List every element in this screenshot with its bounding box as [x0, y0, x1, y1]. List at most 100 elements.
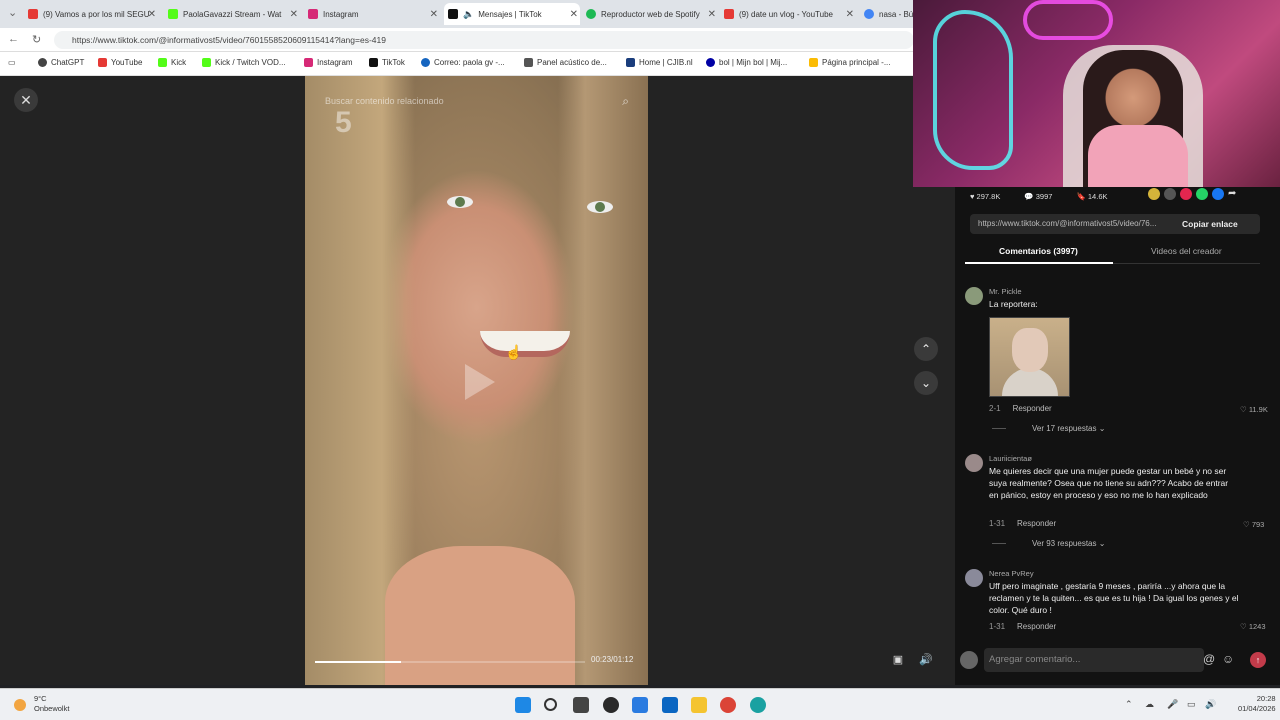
tab-label: (9) Vamos a por los mil SEGU — [43, 9, 150, 19]
related-search-input[interactable]: Buscar contenido relacionado ⌕ — [320, 90, 635, 112]
reply-button[interactable]: Responder — [1013, 404, 1052, 413]
tab-search[interactable]: nasa - Bús — [864, 3, 914, 25]
tab-youtube-1[interactable]: (9) Vamos a por los mil SEGU ✕ — [28, 3, 158, 25]
search-icon[interactable]: ⌕ — [622, 90, 629, 112]
task-view-icon[interactable] — [573, 697, 589, 713]
store-icon[interactable] — [662, 697, 678, 713]
send-icon[interactable]: ↑ — [1250, 652, 1266, 668]
comments-stat[interactable]: 💬 3997 — [1024, 192, 1064, 201]
cjib-icon — [626, 58, 635, 67]
url-field[interactable]: https://www.tiktok.com/@informativost5/v… — [54, 31, 914, 49]
search-icon[interactable] — [544, 698, 557, 711]
mention-icon[interactable]: @ — [1203, 652, 1215, 666]
bookmark-bol[interactable]: bol | Mijn bol | Mij... — [706, 58, 787, 67]
comment-username[interactable]: Lauriicientaø — [989, 454, 1032, 463]
video-progress-bar[interactable] — [315, 661, 585, 663]
bookmark-instagram[interactable]: Instagram — [304, 58, 353, 67]
bookmark-correo[interactable]: Correo: paola gv -... — [421, 58, 505, 67]
bookmark-drive[interactable]: Página principal -... — [809, 58, 890, 67]
bookmark-tiktok[interactable]: TikTok — [369, 58, 405, 67]
whatsapp-icon[interactable] — [1196, 188, 1208, 200]
close-tab-icon[interactable]: ✕ — [846, 9, 854, 20]
comment-likes[interactable]: ♡ 11.9K — [1240, 405, 1280, 414]
view-replies-button[interactable]: Ver 17 respuestas ⌄ — [1012, 424, 1105, 433]
back-icon[interactable]: ← — [8, 33, 19, 45]
video-smile — [480, 331, 570, 357]
bookmark-kick[interactable]: Kick — [158, 58, 186, 67]
avatar[interactable] — [965, 569, 983, 587]
file-explorer-icon[interactable] — [691, 697, 707, 713]
previous-video-chevron-up-icon[interactable]: ⌃ — [914, 337, 938, 361]
tab-spotify[interactable]: Reproductor web de Spotify ✕ — [586, 3, 718, 25]
share-coin-icon[interactable] — [1148, 188, 1160, 200]
tab-label: nasa - Bús — [879, 9, 914, 19]
comment-text: Uff pero imaginate , gestaría 9 meses , … — [989, 581, 1239, 615]
reload-icon[interactable]: ↻ — [32, 33, 41, 46]
video-frame[interactable]: 5 — [305, 76, 648, 685]
view-replies-button[interactable]: Ver 93 respuestas ⌄ — [1012, 539, 1105, 548]
facebook-icon[interactable] — [1212, 188, 1224, 200]
comment-likes-count: 1243 — [1248, 622, 1266, 631]
avatar[interactable] — [965, 454, 983, 472]
tab-kick[interactable]: PaolaGavazzi Stream - Wat ✕ — [168, 3, 300, 25]
tab-youtube-2[interactable]: (9) date un vlog - YouTube ✕ — [724, 3, 856, 25]
tray-app-icon[interactable]: ☁ — [1145, 699, 1154, 710]
embed-icon[interactable] — [1164, 188, 1176, 200]
saves-stat[interactable]: 🔖 14.6K — [1076, 192, 1119, 201]
chrome-icon[interactable] — [720, 697, 736, 713]
tab-comments[interactable]: Comentarios (3997) — [999, 243, 1078, 259]
app-icon[interactable] — [750, 697, 766, 713]
volume-icon[interactable]: 🔊 — [917, 651, 935, 669]
close-tab-icon[interactable]: ✕ — [148, 9, 156, 20]
emoji-icon[interactable]: ☺ — [1222, 652, 1234, 666]
tab-active-indicator — [965, 262, 1113, 264]
close-tab-icon[interactable]: ✕ — [570, 9, 578, 20]
network-icon[interactable]: ▭ — [1187, 699, 1196, 710]
tab-label: (9) date un vlog - YouTube — [739, 9, 833, 19]
spotify-favicon-icon — [586, 9, 596, 19]
likes-stat[interactable]: ♥ 297.8K — [970, 192, 1012, 201]
bookmark-kick-twitch[interactable]: Kick / Twitch VOD... — [202, 58, 286, 67]
avatar[interactable] — [965, 287, 983, 305]
close-icon[interactable]: ✕ — [14, 88, 38, 112]
bookmark-youtube[interactable]: YouTube — [98, 58, 142, 67]
tab-creator-videos[interactable]: Videos del creador — [1151, 243, 1222, 259]
bookmark-label: ChatGPT — [51, 58, 85, 67]
bookmark-cjib[interactable]: Home | CJIB.nl — [626, 58, 693, 67]
share-send-icon[interactable] — [1180, 188, 1192, 200]
tab-tiktok[interactable]: 🔈 Mensajes | TikTok ✕ — [444, 3, 580, 25]
tab-instagram[interactable]: Instagram ✕ — [308, 3, 440, 25]
bookmark-label: Home | CJIB.nl — [639, 58, 693, 67]
weather-widget[interactable]: 9°C Onbewolkt — [14, 694, 69, 714]
share-arrow-icon[interactable]: ➦ — [1228, 188, 1240, 200]
tray-chevron-up-icon[interactable]: ⌃ — [1125, 699, 1133, 710]
bookmarks-menu-icon[interactable]: ▭ — [8, 58, 16, 67]
close-tab-icon[interactable]: ✕ — [430, 9, 438, 20]
comment-input[interactable]: Agregar comentario... — [984, 648, 1204, 672]
mini-player-icon[interactable]: ▣ — [889, 651, 907, 669]
volume-icon[interactable]: 🔊 — [1205, 699, 1216, 710]
bookmark-panel[interactable]: Panel acústico de... — [524, 58, 607, 67]
microphone-icon[interactable]: 🎤 — [1167, 699, 1178, 710]
comment-likes[interactable]: ♡ 1243 — [1240, 622, 1280, 631]
close-tab-icon[interactable]: ✕ — [708, 9, 716, 20]
steam-icon[interactable] — [603, 697, 619, 713]
close-tab-icon[interactable]: ✕ — [290, 9, 298, 20]
reply-button[interactable]: Responder — [1017, 519, 1056, 528]
comment-gif-image[interactable] — [989, 317, 1070, 397]
comment-username[interactable]: Nerea PvRey — [989, 569, 1034, 578]
system-clock[interactable]: 20:28 01/04/2026 — [1238, 694, 1276, 714]
next-video-chevron-down-icon[interactable]: ⌄ — [914, 371, 938, 395]
edge-icon[interactable] — [632, 697, 648, 713]
copy-link-button[interactable]: Copiar enlace — [1182, 214, 1238, 234]
reply-button[interactable]: Responder — [1017, 622, 1056, 631]
tab-list-chevron-icon[interactable]: ⌄ — [8, 6, 17, 19]
comment-likes[interactable]: ♡ 793 — [1243, 520, 1280, 529]
comment-username[interactable]: Mr. Pickle — [989, 287, 1022, 296]
start-icon[interactable] — [515, 697, 531, 713]
view-replies-label: Ver 93 respuestas — [1032, 539, 1097, 548]
bookmark-chatgpt[interactable]: ChatGPT — [38, 58, 84, 67]
youtube-favicon-icon — [28, 9, 38, 19]
speaker-icon: 🔈 — [463, 8, 475, 19]
play-icon[interactable] — [465, 364, 495, 400]
